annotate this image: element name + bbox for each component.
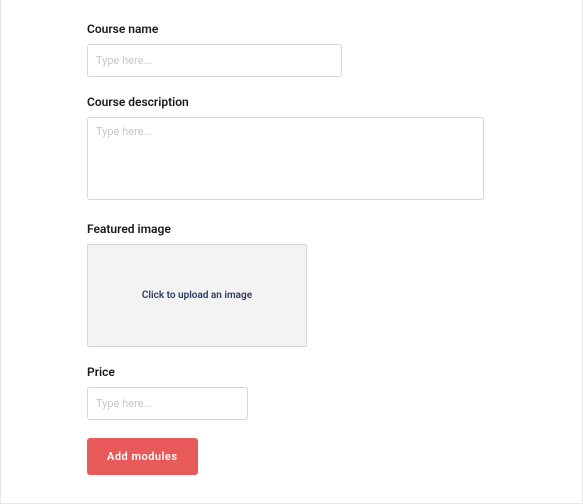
price-field: Price — [87, 365, 496, 420]
price-label: Price — [87, 365, 496, 379]
price-input[interactable] — [87, 387, 248, 420]
course-description-field: Course description — [87, 95, 496, 204]
course-description-input[interactable] — [87, 117, 484, 200]
upload-text: Click to upload an image — [142, 290, 252, 301]
course-description-label: Course description — [87, 95, 496, 109]
course-name-label: Course name — [87, 22, 496, 36]
course-form: Course name Course description Featured … — [0, 0, 583, 504]
course-name-input[interactable] — [87, 44, 342, 77]
add-modules-button[interactable]: Add modules — [87, 438, 198, 475]
featured-image-field: Featured image Click to upload an image — [87, 222, 496, 347]
featured-image-upload[interactable]: Click to upload an image — [87, 244, 307, 347]
course-name-field: Course name — [87, 22, 496, 77]
featured-image-label: Featured image — [87, 222, 496, 236]
